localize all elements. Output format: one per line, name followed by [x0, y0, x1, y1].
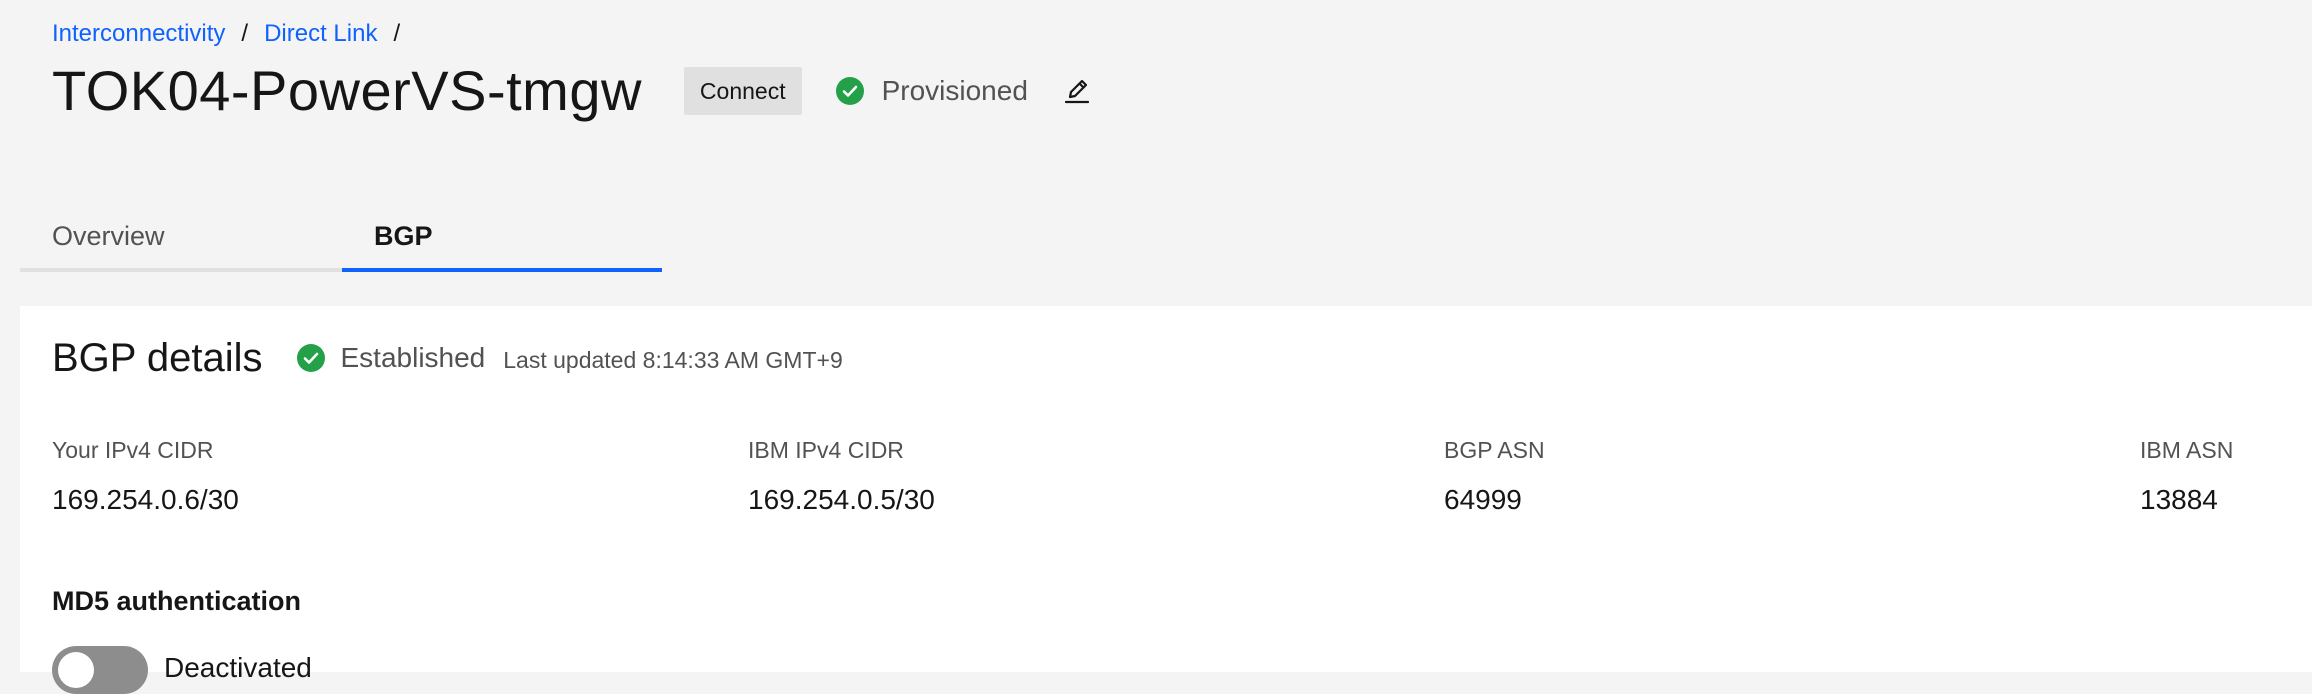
field-label: IBM ASN — [2140, 437, 2234, 463]
edit-button[interactable] — [1060, 74, 1094, 108]
toggle-knob — [58, 652, 94, 688]
breadcrumb-separator: / — [241, 20, 249, 47]
md5-toggle-state: Deactivated — [164, 652, 312, 683]
field-value: 13884 — [2140, 484, 2218, 515]
field-label: BGP ASN — [1444, 437, 1545, 463]
bgp-status-text: Established — [340, 342, 486, 373]
tab-list: Overview BGP — [20, 208, 662, 272]
breadcrumb-link-interconnectivity[interactable]: Interconnectivity — [52, 18, 225, 50]
field-bgp-asn: BGP ASN 64999 — [1444, 434, 1545, 518]
edit-icon — [1064, 79, 1090, 104]
field-value: 64999 — [1444, 484, 1522, 515]
breadcrumb-link-direct-link[interactable]: Direct Link — [264, 18, 377, 50]
md5-toggle-row: Deactivated — [52, 646, 312, 694]
bgp-details-title: BGP details — [52, 335, 263, 380]
provision-status-text: Provisioned — [881, 75, 1028, 106]
field-ibm-ipv4-cidr: IBM IPv4 CIDR 169.254.0.5/30 — [748, 434, 935, 518]
md5-toggle[interactable] — [52, 646, 148, 694]
breadcrumb: Interconnectivity / Direct Link / — [52, 18, 416, 50]
field-value: 169.254.0.5/30 — [748, 484, 935, 515]
bgp-details-header: BGP details Established Last updated 8:1… — [52, 330, 843, 386]
connection-type-tag: Connect — [683, 67, 802, 115]
last-updated-text: Last updated 8:14:33 AM GMT+9 — [503, 346, 843, 373]
field-ibm-asn: IBM ASN 13884 — [2140, 434, 2233, 518]
checkmark-filled-icon — [296, 344, 325, 372]
tab-bgp[interactable]: BGP — [342, 208, 662, 272]
bgp-details-panel: BGP details Established Last updated 8:1… — [20, 306, 2312, 694]
md5-auth-label: MD5 authentication — [52, 586, 302, 616]
field-label: Your IPv4 CIDR — [52, 437, 214, 463]
tab-overview[interactable]: Overview — [20, 208, 342, 272]
page-header: TOK04-PowerVS-tmgw Connect Provisioned — [52, 56, 1094, 126]
breadcrumb-separator: / — [393, 20, 401, 47]
provision-status: Provisioned — [835, 75, 1028, 107]
page-title: TOK04-PowerVS-tmgw — [52, 59, 642, 122]
checkmark-filled-icon — [835, 77, 864, 105]
field-label: IBM IPv4 CIDR — [748, 437, 904, 463]
bgp-status: Established — [296, 342, 486, 374]
field-your-ipv4-cidr: Your IPv4 CIDR 169.254.0.6/30 — [52, 434, 239, 518]
field-value: 169.254.0.6/30 — [52, 484, 239, 515]
